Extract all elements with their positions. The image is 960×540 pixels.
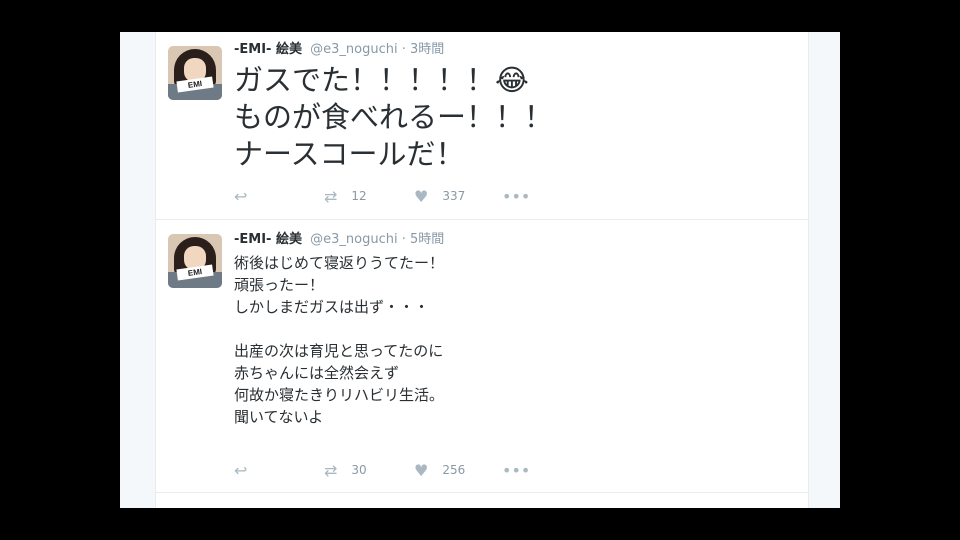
more-icon: ••• (502, 186, 531, 206)
tweet[interactable]: EMI -EMI- 絵美 @e3_noguchi · 5時間 術後はじめて寝返り… (156, 220, 808, 493)
reply-button[interactable]: ↩ (234, 186, 247, 206)
tweet-text: ガスでた！！！！！😂 ものが食べれるー！！！ ナースコールだ！ (234, 63, 554, 171)
display-name[interactable]: -EMI- 絵美 (234, 232, 302, 247)
heart-icon: ♥ (414, 460, 429, 480)
browser-viewport: EMI -EMI- 絵美 @e3_noguchi · 3時間 ガスでた！！！！！… (120, 32, 840, 508)
retweet-button[interactable]: ⇄ 30 (324, 460, 367, 480)
retweet-count: 12 (351, 189, 367, 203)
timestamp[interactable]: 3時間 (410, 42, 444, 57)
avatar[interactable]: EMI (168, 46, 222, 100)
heart-icon: ♥ (414, 186, 429, 206)
avatar[interactable]: EMI (168, 234, 222, 288)
tweet-header: -EMI- 絵美 @e3_noguchi · 3時間 (234, 41, 444, 59)
timestamp[interactable]: 5時間 (410, 232, 444, 247)
more-button[interactable]: ••• (502, 460, 530, 480)
tweet-actions: ↩ ⇄ 30 ♥ 256 ••• (234, 460, 554, 480)
retweet-button[interactable]: ⇄ 12 (324, 186, 367, 206)
like-count: 337 (442, 189, 466, 203)
retweet-count: 30 (351, 463, 367, 477)
retweet-icon: ⇄ (324, 460, 338, 480)
more-icon: ••• (502, 460, 531, 480)
timeline: EMI -EMI- 絵美 @e3_noguchi · 3時間 ガスでた！！！！！… (155, 32, 809, 508)
like-count: 256 (442, 463, 466, 477)
like-button[interactable]: ♥ 337 (414, 186, 465, 206)
like-button[interactable]: ♥ 256 (414, 460, 465, 480)
tweet-actions: ↩ ⇄ 12 ♥ 337 ••• (234, 186, 554, 206)
tweet-text: 術後はじめて寝返りうてたー！ 頑張ったー！ しかしまだガスは出ず・・・ 出産の次… (234, 254, 445, 426)
reply-icon: ↩ (234, 186, 248, 206)
retweet-icon: ⇄ (324, 186, 338, 206)
tweet-header: -EMI- 絵美 @e3_noguchi · 5時間 (234, 231, 444, 249)
user-handle[interactable]: @e3_noguchi (310, 232, 397, 247)
more-button[interactable]: ••• (502, 186, 530, 206)
user-handle[interactable]: @e3_noguchi (310, 42, 397, 57)
separator: · (401, 42, 406, 57)
separator: · (401, 232, 406, 247)
reply-button[interactable]: ↩ (234, 460, 247, 480)
display-name[interactable]: -EMI- 絵美 (234, 42, 302, 57)
tweet[interactable]: EMI -EMI- 絵美 @e3_noguchi · 3時間 ガスでた！！！！！… (156, 32, 808, 220)
reply-icon: ↩ (234, 460, 248, 480)
